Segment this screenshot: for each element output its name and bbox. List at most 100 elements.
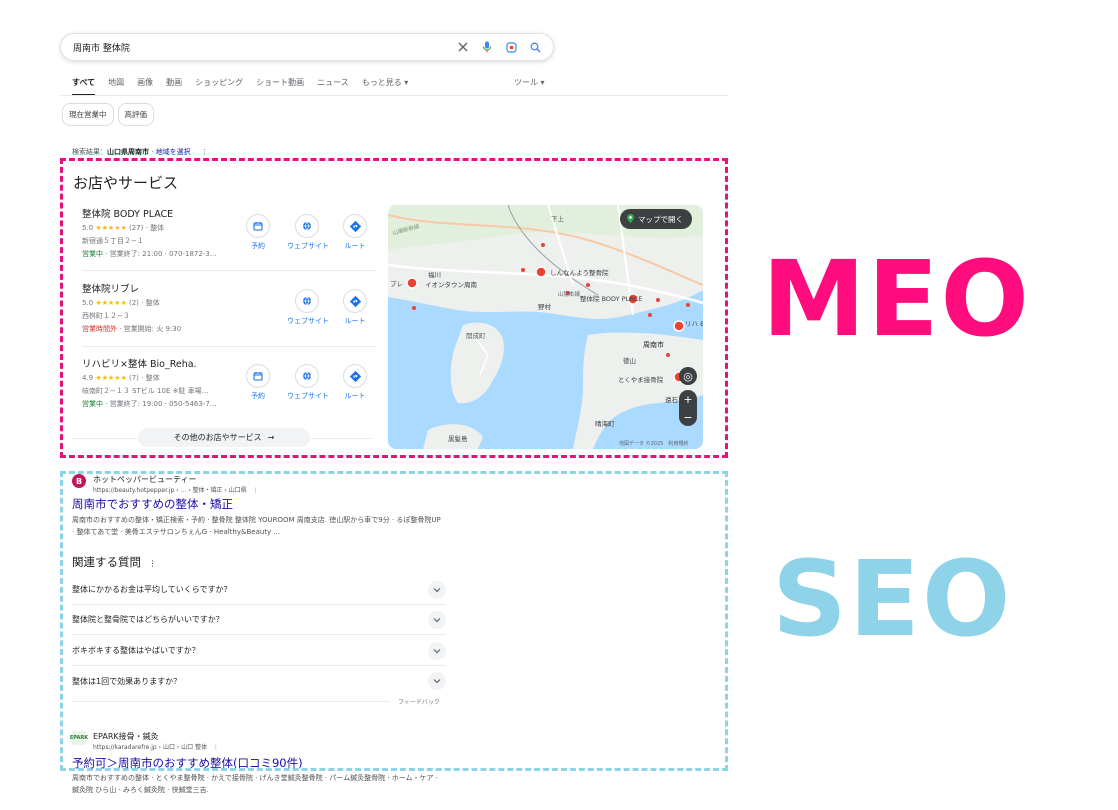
location-place: 山口県周南市 bbox=[107, 148, 149, 156]
status-detail: · 営業終了: 21:00 · 070-1872-3... bbox=[103, 250, 217, 258]
business-divider bbox=[82, 270, 376, 271]
chip-top-rated[interactable]: 高評価 bbox=[117, 103, 154, 126]
review-count: (7) bbox=[129, 374, 139, 382]
chevron-down-icon bbox=[428, 610, 446, 629]
map-label: リハ Bio bbox=[685, 320, 703, 328]
route-button[interactable]: ルート bbox=[335, 364, 375, 401]
lens-icon[interactable] bbox=[503, 39, 519, 55]
tab-maps[interactable]: 地図 bbox=[108, 77, 124, 96]
result-site-name: ホットペッパービューティー bbox=[93, 475, 197, 484]
tab-shopping[interactable]: ショッピング bbox=[195, 77, 243, 96]
zoom-in-button[interactable]: + bbox=[679, 390, 697, 408]
result-source[interactable]: EPARK EPARK接骨・鍼灸 https://karadarefre.jp … bbox=[70, 731, 219, 751]
more-options-icon[interactable]: ⋮ bbox=[213, 744, 219, 751]
map-label: とくやま接骨院 bbox=[618, 375, 664, 384]
calendar-icon bbox=[246, 214, 270, 238]
reserve-label: 予約 bbox=[251, 242, 265, 250]
open-in-maps-button[interactable]: マップで開く bbox=[620, 209, 692, 229]
route-label: ルート bbox=[344, 242, 366, 250]
map-panel[interactable]: 下上 福川 イオンタウン周南 しんなんよう整骨院 野村 整体院 BODY PLA… bbox=[388, 205, 703, 449]
rating-stars: ★★★★★ bbox=[95, 299, 127, 307]
tab-all[interactable]: すべて bbox=[72, 77, 96, 96]
more-businesses-button[interactable]: その他のお店やサービス → bbox=[138, 428, 310, 447]
globe-icon bbox=[295, 289, 319, 313]
tab-images[interactable]: 画像 bbox=[137, 77, 153, 96]
directions-icon bbox=[343, 364, 367, 388]
more-options-icon[interactable]: ⋮ bbox=[149, 559, 157, 568]
more-businesses-label: その他のお店やサービス bbox=[173, 433, 262, 442]
website-button[interactable]: ウェブサイト bbox=[287, 364, 329, 401]
rating-value: 5.0 bbox=[82, 224, 94, 232]
tab-news[interactable]: ニュース bbox=[317, 77, 349, 96]
rating-stars: ★★★★★ bbox=[95, 374, 127, 382]
epark-icon: EPARK bbox=[70, 731, 88, 745]
paa-question[interactable]: ボキボキする整体はやばいですか？ bbox=[72, 636, 446, 666]
map-label: 山陽本線 bbox=[558, 290, 581, 298]
clear-icon[interactable] bbox=[455, 39, 471, 55]
tools-button[interactable]: ツール ▾ bbox=[514, 77, 545, 88]
result-source[interactable]: B ホットペッパービューティー https://beauty.hotpepper… bbox=[72, 474, 259, 494]
map-canvas: 下上 福川 イオンタウン周南 しんなんよう整骨院 野村 整体院 BODY PLA… bbox=[388, 205, 703, 449]
location-sep: · bbox=[149, 148, 156, 156]
map-label: イオンタウン周南 bbox=[425, 280, 478, 289]
route-button[interactable]: ルート bbox=[335, 289, 375, 326]
reserve-button[interactable]: 予約 bbox=[238, 214, 278, 251]
tab-more[interactable]: もっと見る ▾ bbox=[362, 77, 409, 96]
chevron-down-icon bbox=[428, 580, 446, 599]
seo-label: SEO bbox=[772, 538, 1013, 660]
location-prefix: 検索結果： bbox=[72, 148, 107, 156]
rating-stars: ★★★★★ bbox=[95, 224, 127, 232]
zoom-out-button[interactable]: − bbox=[679, 408, 697, 426]
paa-title: 関連する質問 ⋮ bbox=[72, 555, 157, 569]
result-url: https://beauty.hotpepper.jp › ... › 整体・矯… bbox=[93, 487, 259, 494]
choose-area-link[interactable]: 地域を選択 bbox=[156, 148, 191, 156]
open-in-maps-label: マップで開く bbox=[638, 214, 683, 224]
my-location-icon[interactable]: ◎ bbox=[679, 367, 697, 385]
website-label: ウェブサイト bbox=[287, 392, 329, 400]
paa-question-text: 整体にかかるお金は平均していくらですか？ bbox=[72, 585, 232, 594]
chevron-down-icon bbox=[428, 641, 446, 660]
map-attribution[interactable]: 地図データ ©2025 利用規約 bbox=[619, 440, 688, 447]
directions-icon bbox=[343, 289, 367, 313]
website-button[interactable]: ウェブサイト bbox=[287, 214, 329, 251]
paa-question[interactable]: 整体は1回で効果ありますか？ bbox=[72, 666, 446, 696]
map-label: 開成町 bbox=[466, 331, 486, 340]
reserve-label: 予約 bbox=[251, 392, 265, 400]
tabs-divider bbox=[60, 95, 728, 96]
map-label: 野村 bbox=[538, 302, 552, 311]
map-label: しんなんよう整骨院 bbox=[550, 268, 609, 277]
status-label: 営業中 bbox=[82, 400, 103, 408]
status-detail: · 営業終了: 19:00 · 050-5463-7... bbox=[103, 400, 217, 408]
search-tabs: すべて 地図 画像 動画 ショッピング ショート動画 ニュース もっと見る ▾ bbox=[72, 77, 421, 96]
tab-short-videos[interactable]: ショート動画 bbox=[256, 77, 304, 96]
directions-icon bbox=[343, 214, 367, 238]
route-button[interactable]: ルート bbox=[335, 214, 375, 251]
map-pin-icon bbox=[627, 213, 634, 225]
business-category: 整体 bbox=[145, 374, 160, 382]
review-count: (2) bbox=[129, 299, 139, 307]
result-title-link[interactable]: 周南市でおすすめの整体・矯正 bbox=[72, 496, 233, 512]
microphone-icon[interactable] bbox=[479, 39, 495, 55]
location-more-icon[interactable]: ⋮ bbox=[201, 148, 208, 156]
more-options-icon[interactable]: ⋮ bbox=[253, 487, 259, 494]
search-input[interactable]: 周南市 整体院 bbox=[73, 41, 447, 54]
rating-value: 5.0 bbox=[82, 299, 94, 307]
paa-question[interactable]: 整体にかかるお金は平均していくらですか？ bbox=[72, 575, 446, 605]
search-bar[interactable]: 周南市 整体院 bbox=[60, 33, 554, 61]
result-title-link[interactable]: 予約可＞周南市のおすすめ整体(口コミ90件) bbox=[72, 755, 303, 771]
map-label: 福川 bbox=[428, 270, 441, 279]
filter-chips: 現在営業中 高評価 bbox=[62, 103, 158, 126]
tab-videos[interactable]: 動画 bbox=[166, 77, 182, 96]
reserve-button[interactable]: 予約 bbox=[238, 364, 278, 401]
result-snippet: 周南市のおすすめの整体・矯正検索・予約 · 整骨院 整体院 YOUROOM 周南… bbox=[72, 516, 441, 536]
website-button[interactable]: ウェブサイト bbox=[287, 289, 329, 326]
status-detail: · 営業開始: 火 9:30 bbox=[117, 325, 182, 333]
search-icon[interactable] bbox=[527, 39, 543, 55]
map-label: 黒髪島 bbox=[448, 434, 468, 443]
feedback-link[interactable]: フィードバック bbox=[398, 697, 440, 706]
map-label: 晴海町 bbox=[595, 419, 615, 428]
paa-question[interactable]: 整体院と整骨院ではどちらがいいですか？ bbox=[72, 605, 446, 635]
chip-open-now[interactable]: 現在営業中 bbox=[62, 103, 114, 126]
map-label: プレ bbox=[390, 280, 403, 288]
route-label: ルート bbox=[344, 392, 366, 400]
